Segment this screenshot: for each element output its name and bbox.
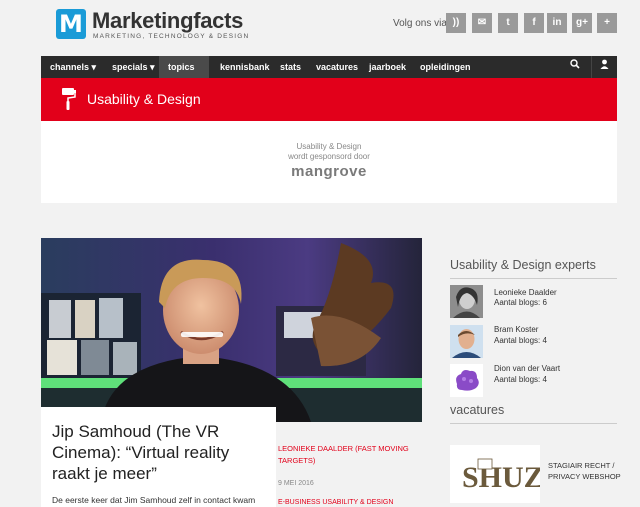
rss-icon[interactable]: )) (446, 13, 466, 33)
nav-item-stats[interactable]: stats (271, 56, 310, 78)
linkedin-icon[interactable]: in (547, 13, 567, 33)
article-date: 9 MEI 2016 (278, 480, 314, 487)
nav-item-vacatures[interactable]: vacatures (307, 56, 367, 78)
expert-name-3[interactable]: Dion van der Vaart (494, 364, 560, 373)
vacancy-logo-text: SHUZ.nl (462, 461, 540, 494)
sponsor-block[interactable]: Usability & Design wordt gesponsord door… (41, 121, 617, 203)
facebook-icon[interactable]: f (524, 13, 544, 33)
brand-tagline: MARKETING, TECHNOLOGY & DESIGN (93, 33, 250, 40)
top-bar: M Marketingfacts MARKETING, TECHNOLOGY &… (0, 0, 640, 56)
expert-avatar-2[interactable] (450, 325, 483, 358)
expert-count-2: Aantal blogs: 4 (494, 336, 547, 345)
vacatures-divider (450, 423, 617, 424)
category-banner: Usability & Design (41, 78, 617, 121)
article-title[interactable]: Jip Samhoud (The VR Cinema): “Virtual re… (52, 421, 267, 484)
sponsor-line-2: wordt gesponsord door (288, 152, 370, 161)
mail-icon[interactable]: ✉ (472, 13, 492, 33)
expert-count-1: Aantal blogs: 6 (494, 298, 547, 307)
article-excerpt: De eerste keer dat Jim Samhoud zelf in c… (52, 495, 256, 505)
twitter-icon[interactable]: t (498, 13, 518, 33)
nav-item-kennisbank[interactable]: kennisbank (211, 56, 279, 78)
google-plus-icon[interactable]: g+ (572, 13, 592, 33)
brand-name[interactable]: Marketingfacts (92, 8, 243, 34)
nav-item-opleidingen[interactable]: opleidingen (411, 56, 480, 78)
main-nav: channels ▾ specials ▾ topics ▾ kennisban… (41, 56, 617, 94)
expert-name-2[interactable]: Bram Koster (494, 325, 538, 334)
plus-icon[interactable]: + (597, 13, 617, 33)
nav-item-channels[interactable]: channels ▾ (41, 56, 105, 78)
paint-roller-icon (62, 88, 76, 110)
search-icon[interactable] (562, 56, 588, 78)
expert-count-3: Aantal blogs: 4 (494, 375, 547, 384)
article-author[interactable]: LEONIEKE DAALDER (FAST MOVING TARGETS) (278, 443, 418, 467)
banner-title: Usability & Design (87, 91, 201, 107)
expert-avatar-3[interactable] (450, 364, 483, 397)
experts-divider (450, 278, 617, 279)
expert-name-1[interactable]: Leonieke Daalder (494, 288, 557, 297)
article-category[interactable]: E-BUSINESS USABILITY & DESIGN (278, 499, 393, 506)
article-card[interactable]: Jip Samhoud (The VR Cinema): “Virtual re… (41, 407, 276, 507)
article-image[interactable] (41, 238, 422, 422)
nav-item-specials[interactable]: specials ▾ (103, 56, 164, 78)
logo-icon[interactable]: M (56, 9, 86, 39)
experts-heading: Usability & Design experts (450, 258, 596, 272)
expert-avatar-1[interactable] (450, 285, 483, 318)
vacancy-logo[interactable]: SHUZ.nl (450, 445, 576, 503)
sponsor-line-1: Usability & Design (296, 142, 362, 151)
user-icon[interactable] (591, 56, 617, 78)
vacatures-heading: vacatures (450, 403, 505, 417)
sponsor-logo[interactable]: mangrove (41, 163, 617, 180)
nav-item-jaarboek[interactable]: jaarboek (360, 56, 415, 78)
follow-label: Volg ons via (393, 18, 447, 29)
nav-item-topics[interactable]: topics ▾ (159, 56, 209, 94)
vacancy-title[interactable]: STAGIAIR RECHT / PRIVACY WEBSHOP (548, 460, 628, 482)
